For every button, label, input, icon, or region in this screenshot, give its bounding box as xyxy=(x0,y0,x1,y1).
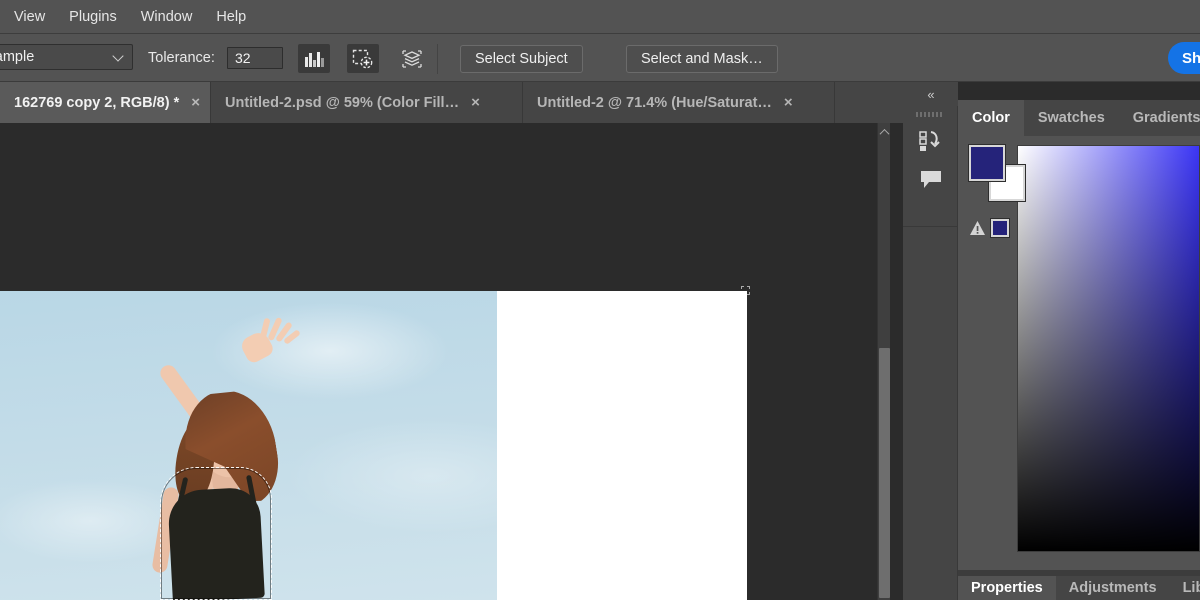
sample-size-dropdown[interactable]: nt Sample xyxy=(0,44,133,70)
anti-alias-glyph xyxy=(304,51,324,67)
menu-item-plugins[interactable]: Plugins xyxy=(59,6,127,28)
document-tab-1[interactable]: 162769 copy 2, RGB/8) * × xyxy=(0,82,211,123)
canvas-white-region xyxy=(497,291,747,600)
menu-bar: View Plugins Window Help xyxy=(0,0,1200,34)
scrollbar-thumb[interactable] xyxy=(879,348,890,598)
select-subject-button[interactable]: Select Subject xyxy=(460,45,583,73)
tab-properties[interactable]: Properties xyxy=(958,576,1056,600)
menu-item-window[interactable]: Window xyxy=(131,6,203,28)
add-to-selection-glyph xyxy=(352,49,373,68)
canvas-area[interactable] xyxy=(0,123,877,600)
anti-alias-icon[interactable] xyxy=(298,44,330,73)
add-to-selection-icon[interactable] xyxy=(347,44,379,73)
panel-icon-rail xyxy=(903,106,958,600)
menu-item-view[interactable]: View xyxy=(4,6,55,28)
tab-libraries[interactable]: Libra xyxy=(1170,576,1200,600)
subject-dress xyxy=(167,486,265,600)
color-panel: Color Swatches Gradients xyxy=(958,100,1200,570)
document-tab-2[interactable]: Untitled-2.psd @ 59% (Color Fill… × xyxy=(211,82,523,123)
select-and-mask-button[interactable]: Select and Mask… xyxy=(626,45,778,73)
bottom-panel-tabs: Properties Adjustments Libra xyxy=(958,576,1200,600)
scroll-up-arrow-icon[interactable] xyxy=(878,125,891,139)
history-icon[interactable] xyxy=(914,124,948,158)
canvas-corner-handle[interactable] xyxy=(741,286,750,295)
close-icon[interactable]: × xyxy=(471,95,480,110)
rail-divider xyxy=(903,226,958,227)
photoshop-window: View Plugins Window Help nt Sample Toler… xyxy=(0,0,1200,600)
options-bar: nt Sample Tolerance: xyxy=(0,34,1200,82)
close-icon[interactable]: × xyxy=(784,95,793,110)
comment-bubble-glyph xyxy=(921,171,941,188)
layers-stack-glyph xyxy=(402,49,422,68)
tolerance-input[interactable]: 32 xyxy=(227,47,283,69)
tolerance-label: Tolerance: xyxy=(148,49,215,66)
document-canvas[interactable] xyxy=(0,291,747,600)
gamut-warning-icon[interactable] xyxy=(969,220,986,236)
tab-color[interactable]: Color xyxy=(958,100,1024,136)
sample-all-layers-icon[interactable] xyxy=(396,44,428,73)
document-tab-3[interactable]: Untitled-2 @ 71.4% (Hue/Saturat… × xyxy=(523,82,835,123)
share-button[interactable]: Sh xyxy=(1168,42,1200,74)
chevron-down-icon xyxy=(113,51,125,63)
photo-subject xyxy=(0,291,497,600)
document-tab-bar: 162769 copy 2, RGB/8) * × Untitled-2.psd… xyxy=(0,82,903,123)
comments-icon[interactable] xyxy=(914,162,948,196)
canvas-vertical-scrollbar[interactable] xyxy=(877,123,890,600)
menu-item-help[interactable]: Help xyxy=(206,6,256,28)
in-gamut-color-swatch[interactable] xyxy=(990,218,1010,238)
close-icon[interactable]: × xyxy=(191,95,200,110)
color-picker-field[interactable] xyxy=(1017,145,1200,552)
tolerance-value: 32 xyxy=(235,50,251,66)
foreground-color-swatch[interactable] xyxy=(968,144,1006,182)
history-glyph xyxy=(919,131,940,151)
sample-size-value: nt Sample xyxy=(0,49,35,65)
warning-triangle-glyph xyxy=(970,221,985,235)
color-panel-tabs: Color Swatches Gradients xyxy=(958,100,1200,136)
tab-gradients[interactable]: Gradients xyxy=(1119,100,1200,136)
collapse-panels-button[interactable]: « xyxy=(903,82,958,106)
tab-adjustments[interactable]: Adjustments xyxy=(1056,576,1170,600)
tab-swatches[interactable]: Swatches xyxy=(1024,100,1119,136)
document-tab-3-title: Untitled-2 @ 71.4% (Hue/Saturat… xyxy=(537,94,772,111)
options-separator xyxy=(437,44,438,74)
document-tab-2-title: Untitled-2.psd @ 59% (Color Fill… xyxy=(225,94,460,111)
document-tab-1-title: 162769 copy 2, RGB/8) * xyxy=(14,94,180,111)
panel-drag-grip[interactable] xyxy=(916,112,944,117)
